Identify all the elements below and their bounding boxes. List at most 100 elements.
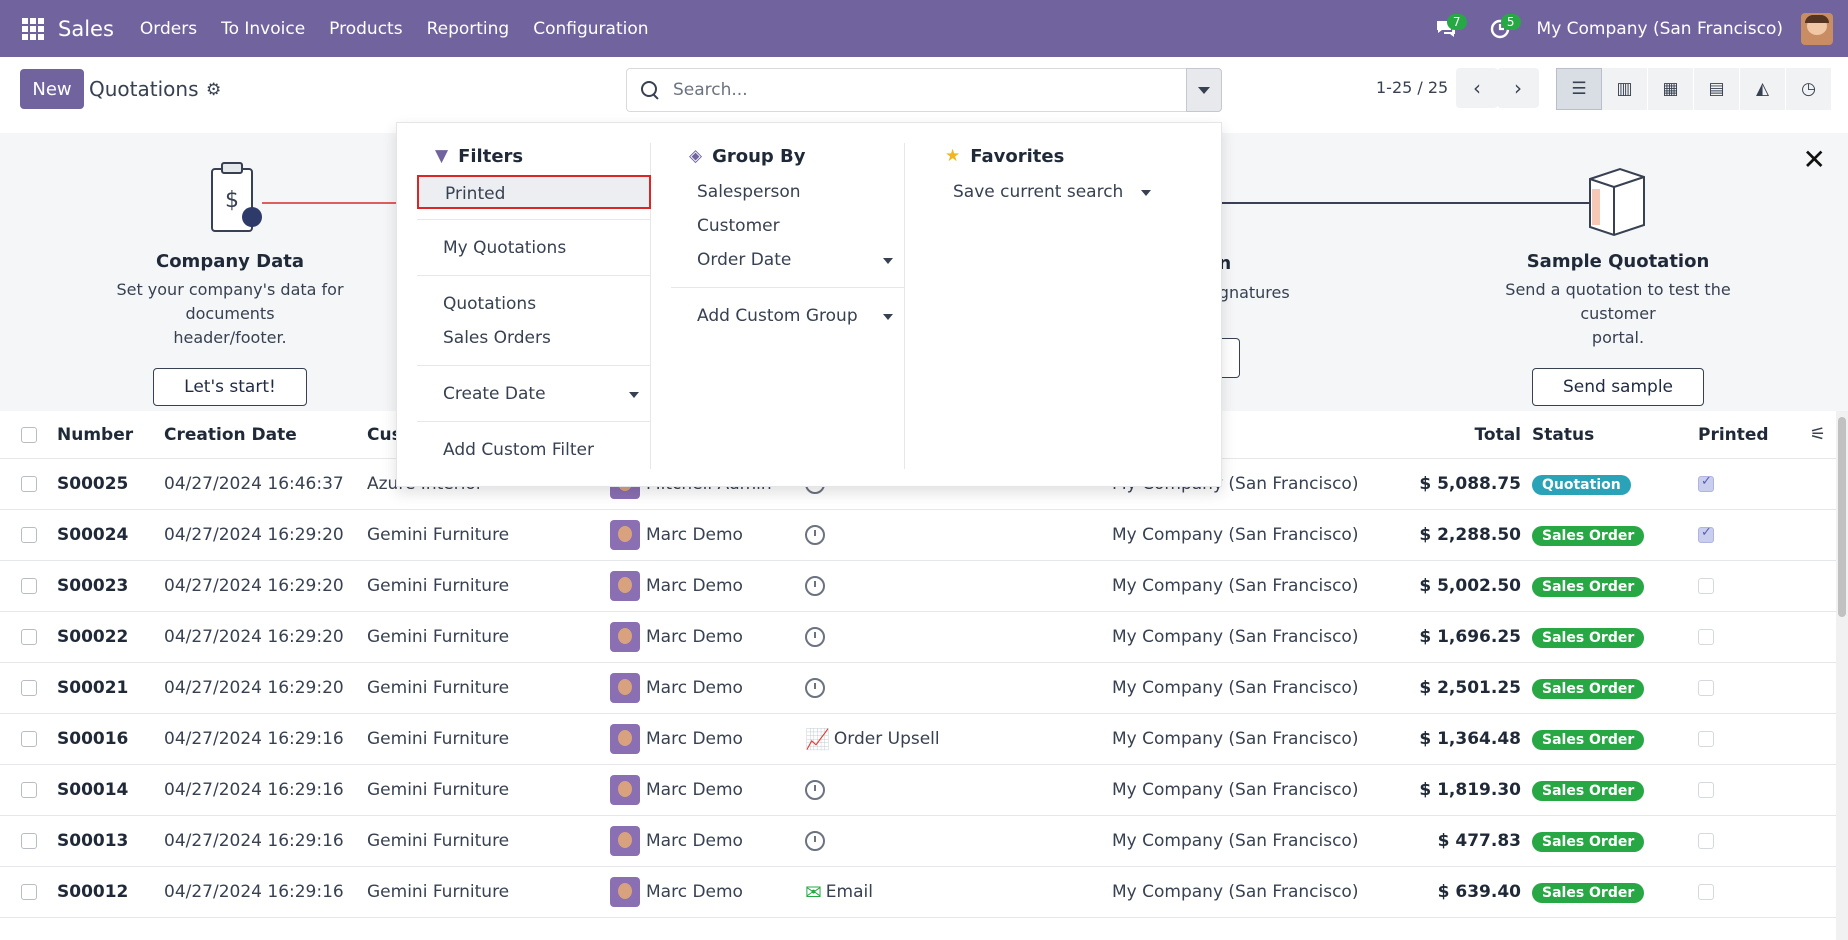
trending-up-icon[interactable]: 📈	[805, 727, 830, 751]
printed-checkbox	[1698, 680, 1714, 696]
clock-icon[interactable]	[805, 780, 825, 800]
envelope-icon[interactable]: ✉	[805, 880, 822, 904]
table-row[interactable]: S00013 04/27/2024 16:29:16 Gemini Furnitur…	[0, 816, 1836, 867]
send-sample-button[interactable]: Send sample	[1531, 368, 1705, 406]
row-checkbox[interactable]	[21, 782, 37, 798]
table-row[interactable]: S00021 04/27/2024 16:29:20 Gemini Furnitur…	[0, 663, 1836, 714]
customer-name: Gemini Furniture	[367, 525, 510, 545]
step-description: Send a quotation to test the customer	[1505, 280, 1731, 323]
menu-to-invoice[interactable]: To Invoice	[209, 19, 317, 39]
graph-view-button[interactable]: ◭	[1740, 68, 1786, 110]
step-sample-quotation: Sample Quotation Send a quotation to tes…	[1468, 251, 1768, 406]
menu-reporting[interactable]: Reporting	[415, 19, 522, 39]
header-printed[interactable]: Printed	[1698, 425, 1769, 445]
step-company-data: Company Data Set your company's data for…	[80, 251, 380, 406]
header-number[interactable]: Number	[57, 425, 133, 445]
avatar	[610, 724, 640, 754]
customer-name: Gemini Furniture	[367, 576, 510, 596]
row-checkbox[interactable]	[21, 884, 37, 900]
messages-button[interactable]: 7	[1429, 12, 1467, 46]
add-custom-group[interactable]: Add Custom Group	[671, 299, 905, 333]
row-checkbox[interactable]	[21, 629, 37, 645]
add-custom-filter[interactable]: Add Custom Filter	[417, 433, 651, 467]
customer-name: Gemini Furniture	[367, 780, 510, 800]
select-all-checkbox[interactable]	[21, 426, 37, 443]
calendar-view-button[interactable]: ▦	[1648, 68, 1694, 110]
table-row[interactable]: S00022 04/27/2024 16:29:20 Gemini Furnitur…	[0, 612, 1836, 663]
list-view-button[interactable]: ☰	[1556, 68, 1602, 110]
activity-label[interactable]: Email	[826, 882, 873, 902]
clock-icon[interactable]	[805, 576, 825, 596]
groupby-heading: ◈ Group By	[689, 143, 904, 169]
groupby-salesperson[interactable]: Salesperson	[671, 175, 905, 209]
filter-my-quotations[interactable]: My Quotations	[417, 231, 651, 265]
table-row[interactable]: S00024 04/27/2024 16:29:20 Gemini Furnitur…	[0, 510, 1836, 561]
header-status[interactable]: Status	[1532, 425, 1594, 445]
table-row[interactable]: S00012 04/27/2024 16:29:16 Gemini Furnitur…	[0, 867, 1836, 918]
kanban-view-button[interactable]: ▥	[1602, 68, 1648, 110]
caret-down-icon	[1141, 190, 1151, 196]
activity-cell	[805, 525, 825, 545]
row-checkbox[interactable]	[21, 527, 37, 543]
row-checkbox[interactable]	[21, 731, 37, 747]
activity-cell	[805, 627, 825, 647]
clock-icon[interactable]	[805, 525, 825, 545]
table-row[interactable]: S00023 04/27/2024 16:29:20 Gemini Furnitur…	[0, 561, 1836, 612]
menu-configuration[interactable]: Configuration	[521, 19, 660, 39]
salesperson-name: Marc Demo	[646, 882, 743, 902]
lets-start-button[interactable]: Let's start!	[153, 368, 307, 406]
status-badge: Quotation	[1532, 474, 1631, 495]
order-number: S00022	[57, 627, 129, 647]
table-row[interactable]: S00016 04/27/2024 16:29:16 Gemini Furnitur…	[0, 714, 1836, 765]
menu-orders[interactable]: Orders	[128, 19, 209, 39]
checkbox-icon	[1698, 578, 1714, 594]
printed-checkbox	[1698, 782, 1714, 798]
apps-grid-icon[interactable]	[22, 17, 44, 40]
save-current-search[interactable]: Save current search	[927, 175, 1163, 209]
avatar	[610, 571, 640, 601]
groupby-customer[interactable]: Customer	[671, 209, 905, 243]
filter-printed[interactable]: Printed	[417, 175, 651, 209]
table-row[interactable]: S00014 04/27/2024 16:29:16 Gemini Furnitur…	[0, 765, 1836, 816]
caret-down-icon	[883, 258, 893, 264]
company-name: My Company (San Francisco)	[1112, 627, 1359, 647]
gear-icon[interactable]: ⚙	[206, 80, 221, 100]
pager-next-button[interactable]: ›	[1497, 68, 1539, 108]
activity-label[interactable]: Order Upsell	[834, 729, 940, 749]
salesperson-name: Marc Demo	[646, 576, 743, 596]
search-input[interactable]	[673, 80, 1153, 100]
top-navbar: Sales Orders To Invoice Products Reporti…	[0, 0, 1848, 57]
pager-previous-button[interactable]: ‹	[1456, 68, 1498, 108]
row-checkbox[interactable]	[21, 476, 37, 492]
row-checkbox[interactable]	[21, 833, 37, 849]
clock-icon[interactable]	[805, 678, 825, 698]
groupby-order-date[interactable]: Order Date	[671, 243, 905, 277]
customer-name: Gemini Furniture	[367, 729, 510, 749]
clock-icon[interactable]	[805, 627, 825, 647]
filter-sales-orders[interactable]: Sales Orders	[417, 321, 651, 355]
order-total: $ 477.83	[1437, 831, 1521, 851]
clock-icon[interactable]	[805, 831, 825, 851]
row-checkbox[interactable]	[21, 680, 37, 696]
app-name[interactable]: Sales	[58, 17, 114, 41]
menu-products[interactable]: Products	[317, 19, 414, 39]
user-avatar[interactable]	[1801, 12, 1833, 45]
salesperson: Marc Demo	[610, 520, 743, 550]
pivot-view-button[interactable]: ▤	[1694, 68, 1740, 110]
filter-create-date[interactable]: Create Date	[417, 377, 651, 411]
close-icon[interactable]: ✕	[1803, 143, 1826, 176]
row-checkbox[interactable]	[21, 578, 37, 594]
order-total: $ 5,088.75	[1419, 474, 1521, 494]
activities-button[interactable]: 5	[1483, 12, 1521, 46]
company-switcher[interactable]: My Company (San Francisco)	[1537, 19, 1783, 39]
search-options-toggle[interactable]	[1186, 68, 1222, 112]
pager-value[interactable]: 1-25 / 25	[1376, 78, 1448, 97]
scrollbar[interactable]	[1836, 411, 1848, 940]
new-button[interactable]: New	[20, 69, 84, 109]
sliders-icon[interactable]: ⚟	[1810, 424, 1826, 445]
document-icon	[1589, 167, 1645, 237]
activity-view-button[interactable]: ◷	[1786, 68, 1832, 110]
header-total[interactable]: Total	[1475, 425, 1521, 445]
header-creation-date[interactable]: Creation Date	[164, 425, 297, 445]
filter-quotations[interactable]: Quotations	[417, 287, 651, 321]
